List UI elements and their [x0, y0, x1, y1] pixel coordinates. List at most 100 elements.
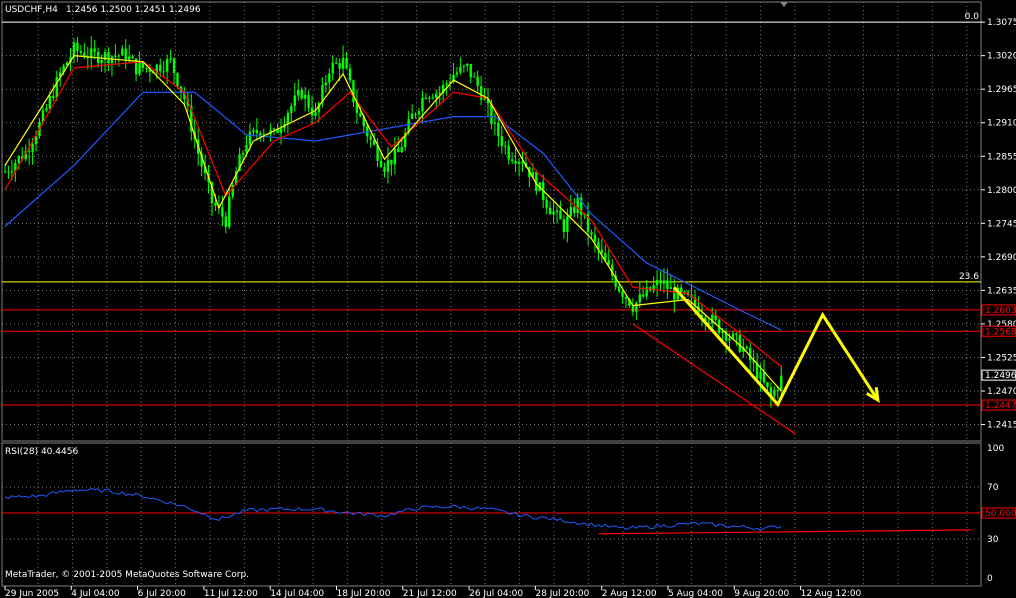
candle-body — [669, 287, 673, 289]
candle-body — [307, 94, 310, 108]
candle-body — [731, 333, 735, 339]
candle-body — [638, 294, 641, 303]
candle-body — [17, 156, 20, 164]
candle-body — [241, 152, 245, 155]
candle-body — [497, 122, 500, 137]
candle-body — [228, 196, 231, 228]
candle-body — [762, 372, 766, 383]
x-tick-label: 4 Jul 04:00 — [71, 589, 120, 598]
price-tag-label: 1.2603 — [985, 306, 1016, 316]
candle-body — [338, 63, 341, 69]
candle-body — [121, 48, 124, 56]
candle-body — [286, 112, 290, 124]
candle-body — [552, 211, 555, 215]
candle-body — [328, 73, 331, 83]
price-tick-label: 1.2910 — [987, 119, 1016, 129]
candle-body — [31, 144, 34, 153]
price-tick-label: 1.2415 — [987, 421, 1016, 431]
candle-body — [559, 210, 562, 220]
candle-body — [635, 302, 638, 312]
symbol-header: USDCHF,H4 — [5, 5, 58, 15]
rsi-tick-label: 70 — [987, 483, 999, 493]
copyright-text: MetaTrader, © 2001-2005 MetaQuotes Softw… — [5, 570, 249, 580]
price-tag-label: 1.2568 — [985, 327, 1016, 337]
candle-body — [314, 112, 317, 116]
candle-body — [776, 389, 779, 391]
candle-body — [128, 56, 131, 60]
candle-body — [662, 280, 666, 284]
candle-body — [335, 62, 338, 64]
x-tick-label: 29 Jun 2005 — [5, 589, 59, 598]
price-tick-label: 1.2965 — [987, 85, 1016, 95]
candle-body — [165, 59, 169, 72]
candle-body — [735, 333, 738, 336]
candle-body — [300, 90, 303, 99]
price-tick-label: 1.2525 — [987, 353, 1016, 363]
candle-body — [386, 159, 390, 172]
x-tick-label: 9 Aug 20:00 — [734, 589, 789, 598]
x-tick-label: 18 Jul 20:00 — [337, 589, 391, 598]
candle-body — [124, 48, 127, 60]
x-tick-label: 21 Jul 12:00 — [403, 589, 457, 598]
candle-body — [666, 280, 669, 289]
ohlc-header: 1.2456 1.2500 1.2451 1.2496 — [66, 5, 201, 15]
candle-body — [424, 97, 428, 99]
candle-body — [607, 260, 610, 265]
candle-body — [659, 279, 662, 284]
candle-body — [114, 55, 117, 57]
x-tick-label: 2 Aug 12:00 — [602, 589, 657, 598]
candle-body — [10, 171, 14, 173]
price-tag-label: 1.2496 — [985, 371, 1016, 381]
candle-body — [379, 160, 383, 167]
candle-body — [576, 197, 579, 214]
candle-body — [297, 90, 300, 96]
price-tick-label: 1.2800 — [987, 186, 1016, 196]
candle-body — [573, 207, 576, 214]
candle-body — [545, 200, 548, 208]
rsi-tick-label: 30 — [987, 535, 999, 545]
level-label: 23.6 — [959, 272, 979, 282]
candle-body — [510, 159, 514, 161]
x-tick-label: 26 Jul 04:00 — [469, 589, 523, 598]
candle-body — [303, 94, 307, 99]
candle-body — [141, 62, 145, 68]
candle-body — [341, 57, 345, 69]
candle-body — [117, 55, 121, 57]
candle-body — [566, 216, 569, 233]
candle-body — [780, 375, 783, 391]
candle-body — [421, 97, 424, 112]
price-tick-label: 1.2635 — [987, 286, 1016, 296]
candle-body — [514, 160, 517, 164]
candle-body — [352, 80, 355, 103]
candle-body — [45, 108, 48, 111]
candle-body — [621, 291, 624, 297]
candle-body — [721, 331, 724, 333]
candle-body — [252, 129, 255, 132]
candle-body — [445, 83, 448, 86]
candle-body — [169, 58, 172, 60]
candle-body — [390, 159, 393, 165]
candle-body — [435, 93, 438, 99]
candle-body — [131, 56, 134, 59]
candle-body — [759, 372, 762, 379]
price-tick-label: 1.2745 — [987, 219, 1016, 229]
candle-body — [466, 63, 469, 66]
candle-body — [766, 382, 769, 388]
rsi-header: RSI(28) 40.4456 — [5, 447, 78, 457]
rsi-tick-label: 100 — [987, 444, 1004, 454]
price-tick-label: 1.2470 — [987, 387, 1016, 397]
candle-body — [93, 48, 96, 52]
candle-body — [324, 82, 328, 86]
candle-body — [397, 148, 400, 153]
candle-body — [504, 145, 507, 147]
candle-body — [624, 296, 628, 299]
price-tag-label: 1.2447 — [985, 401, 1016, 411]
candle-body — [3, 171, 7, 173]
candle-body — [293, 95, 296, 107]
candle-body — [369, 136, 372, 140]
candle-body — [48, 96, 52, 109]
candle-body — [473, 76, 476, 78]
rsi-tag-label: 50.0000 — [985, 509, 1016, 519]
candle-body — [469, 63, 472, 78]
candle-body — [172, 58, 176, 74]
